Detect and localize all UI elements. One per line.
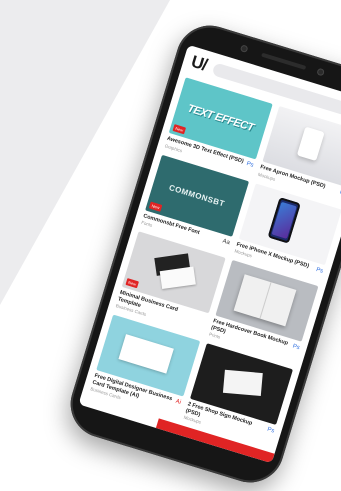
thumbnail-text: TEXT EFFECT [186,102,255,135]
business-card-image [159,266,197,290]
resource-card[interactable]: New Minimal Business Card Template Busin… [115,231,226,334]
sensor-icon [316,67,326,77]
app-logo[interactable]: U/ [189,52,209,76]
new-badge: New [125,278,139,289]
iphone-image [267,197,301,245]
new-badge: New [148,201,163,212]
shop-sign-image [222,369,263,397]
phone-screen: U/ TEXT EFFECT New Awesome 3D Text Effec… [78,44,341,464]
thumbnail-text: COMMONSBT [168,182,226,209]
new-badge: New [172,124,187,135]
resource-card[interactable]: Free Hardcover Book Mockup (PSD) Prints … [208,259,319,363]
front-camera-icon [239,44,249,54]
speaker-grille [261,52,307,70]
apron-image [297,126,325,161]
illustrator-icon: Ai [174,398,182,406]
resource-grid: TEXT EFFECT New Awesome 3D Text Effect (… [83,73,341,450]
book-image [233,274,297,326]
business-card-image [118,333,174,374]
resource-card[interactable]: Free Digital Designer Business Card Temp… [90,314,200,417]
